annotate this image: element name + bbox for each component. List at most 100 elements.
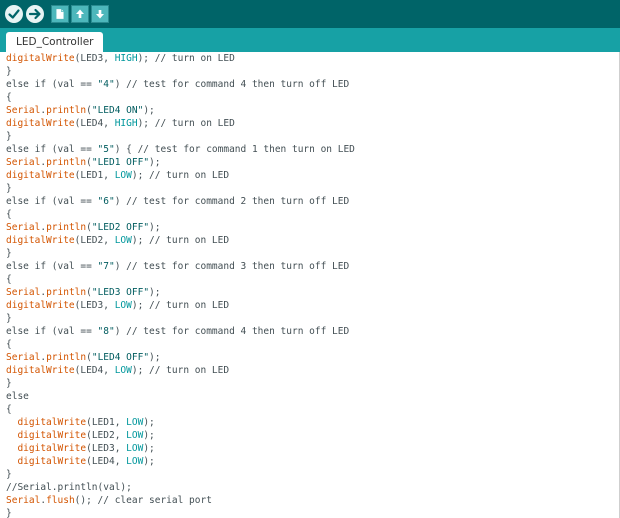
- code-line: digitalWrite(LED3, LOW); // turn on LED: [6, 299, 355, 312]
- code-token: ) { // test for command 1 then turn on L…: [114, 144, 355, 155]
- code-editor[interactable]: digitalWrite (LED3, HIGH ); // turn on LED…: [0, 52, 620, 518]
- code-token: }: [6, 66, 12, 77]
- verify-button[interactable]: [5, 5, 23, 23]
- code-token: else if (val ==: [6, 144, 98, 155]
- code-token: );: [149, 157, 161, 168]
- code-token: else if (val ==: [6, 196, 98, 207]
- save-button[interactable]: [91, 5, 109, 23]
- code-token: HIGH: [114, 118, 138, 129]
- code-line: }: [6, 377, 355, 390]
- code-line: {: [6, 208, 355, 221]
- code-token: LOW: [114, 300, 132, 311]
- code-token: else if (val ==: [6, 326, 98, 337]
- code-token: {: [6, 209, 12, 220]
- code-token: (LED4,: [74, 118, 115, 129]
- code-token: "LED4 OFF": [91, 352, 150, 363]
- code-line: else: [6, 390, 355, 403]
- code-line: else if (val == "8") // test for command…: [6, 325, 355, 338]
- code-token: HIGH: [114, 53, 138, 64]
- code-area[interactable]: digitalWrite (LED3, HIGH ); // turn on LED…: [6, 52, 355, 518]
- code-token: }: [6, 131, 12, 142]
- code-line: digitalWrite(LED4, LOW);: [6, 455, 355, 468]
- code-line: digitalWrite(LED2, LOW); // turn on LED: [6, 234, 355, 247]
- code-token: );: [143, 105, 155, 116]
- code-token: println: [46, 222, 87, 233]
- upload-button[interactable]: [26, 5, 44, 23]
- code-token: }: [6, 469, 12, 480]
- code-token: "6": [97, 196, 115, 207]
- code-line: digitalWrite(LED1, LOW); // turn on LED: [6, 169, 355, 182]
- code-line: }: [6, 247, 355, 260]
- code-line: Serial.println("LED3 OFF");: [6, 286, 355, 299]
- code-token: LOW: [126, 417, 144, 428]
- code-token: (LED3,: [86, 443, 127, 454]
- code-token: Serial: [6, 157, 41, 168]
- code-token: println: [46, 352, 87, 363]
- new-button[interactable]: [51, 5, 69, 23]
- code-token: ) // test for command 4 then turn off LE…: [114, 79, 350, 90]
- code-token: (LED2,: [74, 235, 115, 246]
- code-token: "LED2 OFF": [91, 222, 150, 233]
- save-arrow-down-icon: [96, 10, 104, 19]
- code-token: LOW: [114, 235, 132, 246]
- code-token: (LED4,: [86, 456, 127, 467]
- code-line: else if (val == "6") // test for command…: [6, 195, 355, 208]
- code-token: (LED2,: [86, 430, 127, 441]
- open-button[interactable]: [71, 5, 89, 23]
- code-token: else if (val ==: [6, 261, 98, 272]
- code-token: );: [143, 417, 155, 428]
- code-line: else if (val == "4") // test for command…: [6, 78, 355, 91]
- code-token: }: [6, 508, 12, 518]
- new-file-icon: [56, 9, 64, 19]
- code-token: {: [6, 274, 12, 285]
- tab-bar: LED_Controller: [0, 28, 620, 52]
- code-line: }: [6, 507, 355, 518]
- code-token: );: [143, 430, 155, 441]
- code-token: {: [6, 339, 12, 350]
- code-token: }: [6, 248, 12, 259]
- toolbar: [0, 0, 620, 28]
- code-token: );: [149, 222, 161, 233]
- code-token: {: [6, 92, 12, 103]
- code-token: ); // turn on LED: [131, 300, 230, 311]
- code-token: LOW: [126, 456, 144, 467]
- code-token: digitalWrite: [6, 300, 75, 311]
- code-token: digitalWrite: [6, 235, 75, 246]
- code-token: "LED3 OFF": [91, 287, 150, 298]
- tab-led-controller[interactable]: LED_Controller: [6, 32, 104, 52]
- code-token: (LED1,: [86, 417, 127, 428]
- code-token: Serial: [6, 222, 41, 233]
- code-line: digitalWrite(LED2, LOW);: [6, 429, 355, 442]
- code-token: LOW: [114, 365, 132, 376]
- code-token: println: [46, 105, 87, 116]
- check-icon: [8, 9, 20, 19]
- code-token: (); // clear serial port: [74, 495, 212, 506]
- code-token: "LED1 OFF": [91, 157, 150, 168]
- code-token: ); // turn on LED: [131, 170, 230, 181]
- code-line: }: [6, 312, 355, 325]
- code-token: );: [143, 456, 155, 467]
- code-token: Serial: [6, 495, 41, 506]
- arrow-right-icon: [28, 8, 41, 20]
- code-token: flush: [46, 495, 75, 506]
- code-line: else if (val == "5") { // test for comma…: [6, 143, 355, 156]
- code-token: {: [6, 404, 12, 415]
- code-token: digitalWrite: [6, 365, 75, 376]
- code-line: Serial.println("LED2 OFF");: [6, 221, 355, 234]
- code-token: ); // turn on LED: [131, 235, 230, 246]
- code-token: ) // test for command 4 then turn off LE…: [114, 326, 350, 337]
- code-line: }: [6, 65, 355, 78]
- code-line: //Serial.println(val);: [6, 481, 355, 494]
- code-line: Serial.flush(); // clear serial port: [6, 494, 355, 507]
- code-token: LOW: [126, 443, 144, 454]
- code-token: digitalWrite: [17, 430, 87, 441]
- code-line: digitalWrite(LED4, LOW); // turn on LED: [6, 364, 355, 377]
- code-line: {: [6, 403, 355, 416]
- code-token: "LED4 ON": [91, 105, 144, 116]
- code-token: //Serial.println(val);: [6, 482, 132, 493]
- code-token: else if (val ==: [6, 79, 98, 90]
- code-token: );: [149, 352, 161, 363]
- code-token: }: [6, 313, 12, 324]
